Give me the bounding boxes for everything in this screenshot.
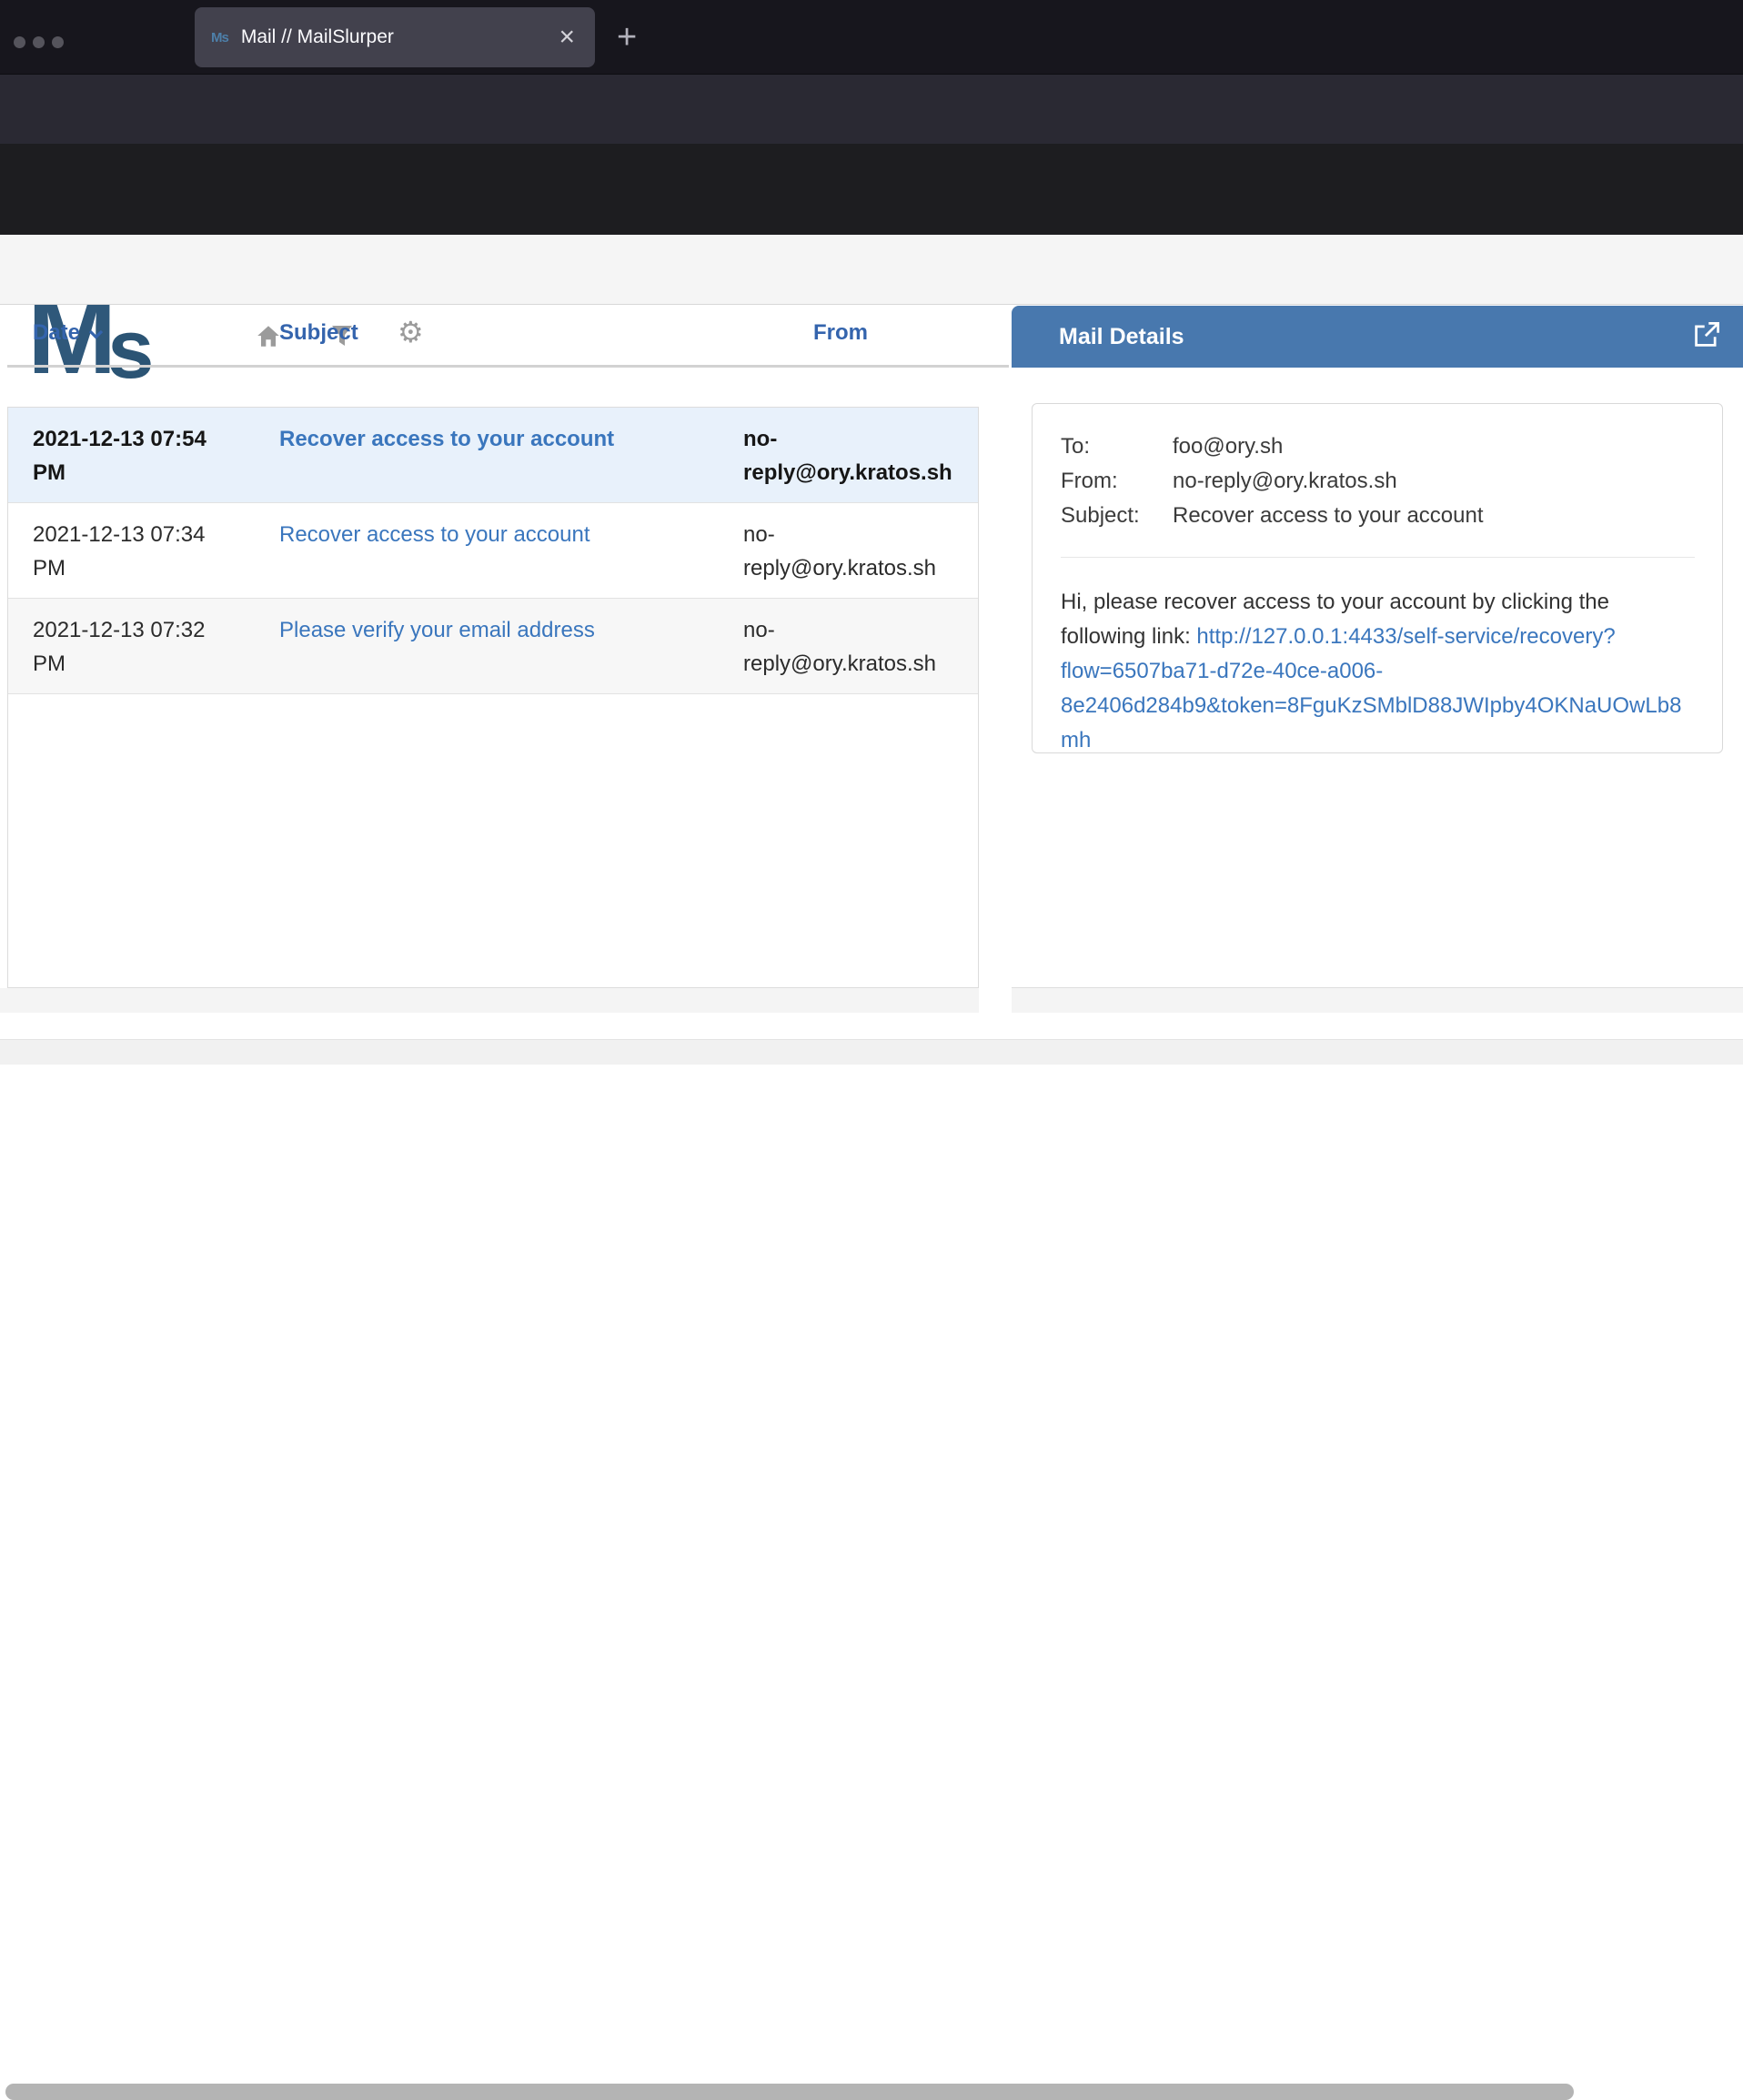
mail-from-cell: no-reply@ory.kratos.sh: [743, 613, 978, 681]
to-label: To:: [1061, 429, 1173, 464]
from-label: From:: [1061, 464, 1173, 499]
from-header-label: From: [813, 320, 868, 346]
subject-label: Subject:: [1061, 499, 1173, 533]
mail-body: Hi, please recover access to your accoun…: [1061, 585, 1698, 758]
from-value: no-reply@ory.kratos.sh: [1173, 464, 1397, 499]
mail-from-row: From: no-reply@ory.kratos.sh: [1061, 464, 1695, 499]
sort-chevron-down-icon: [88, 320, 104, 346]
mail-from-cell: no-reply@ory.kratos.sh: [743, 518, 978, 585]
mail-list: 2021-12-13 07:54 PMRecover access to you…: [7, 407, 979, 988]
home-icon[interactable]: [255, 322, 282, 349]
subject-header-label: Subject: [279, 320, 358, 346]
column-header-subject[interactable]: Subject: [279, 320, 358, 346]
browser-tab-bar: Ms Mail // MailSlurper × +: [0, 0, 1743, 74]
date-header-label: Date: [33, 320, 80, 346]
table-row[interactable]: 2021-12-13 07:54 PMRecover access to you…: [8, 408, 978, 503]
mail-subject-link[interactable]: Recover access to your account: [236, 518, 743, 585]
mail-details-title: Mail Details: [1059, 324, 1692, 350]
subject-value: Recover access to your account: [1173, 499, 1484, 533]
window-dot[interactable]: [52, 36, 64, 48]
bottom-white-strip: [0, 1013, 1743, 1040]
bottom-gray-strip: [0, 988, 1743, 1013]
horizontal-scrollbar-thumb[interactable]: [5, 2084, 1574, 2100]
mail-date-cell: 2021-12-13 07:54 PM: [8, 422, 236, 490]
settings-gear-icon[interactable]: ⚙: [398, 318, 425, 346]
logo-letter-s: s: [107, 320, 154, 379]
table-header-divider: [7, 365, 1009, 368]
window-dot[interactable]: [14, 36, 25, 48]
window-dot[interactable]: [33, 36, 45, 48]
actions-toolbar: Refresh Search i: [0, 235, 1743, 305]
new-tab-button[interactable]: +: [617, 20, 637, 55]
table-row[interactable]: 2021-12-13 07:34 PMRecover access to you…: [8, 503, 978, 599]
mail-subject-row: Subject: Recover access to your account: [1061, 499, 1695, 533]
panel-gap: [979, 988, 1012, 1013]
horizontal-scrollbar-track[interactable]: [0, 1040, 1743, 1065]
mail-subject-link[interactable]: Please verify your email address: [236, 613, 743, 681]
mailslurper-navbar: M s ⚙: [0, 144, 1743, 235]
external-link-icon[interactable]: [1692, 320, 1721, 354]
mail-date-cell: 2021-12-13 07:34 PM: [8, 518, 236, 585]
details-divider: [1061, 557, 1695, 558]
mail-date-cell: 2021-12-13 07:32 PM: [8, 613, 236, 681]
column-header-from[interactable]: From: [813, 320, 868, 346]
browser-tab[interactable]: Ms Mail // MailSlurper ×: [195, 7, 595, 67]
mailslurper-favicon: Ms: [211, 30, 228, 45]
mail-details-card: To: foo@ory.sh From: no-reply@ory.kratos…: [1032, 403, 1723, 753]
column-header-date[interactable]: Date: [33, 320, 104, 346]
mail-details-header: Mail Details: [1012, 306, 1743, 368]
tab-close-icon[interactable]: ×: [555, 24, 579, 51]
to-value: foo@ory.sh: [1173, 429, 1283, 464]
mail-subject-link[interactable]: Recover access to your account: [236, 422, 743, 490]
tab-title: Mail // MailSlurper: [241, 26, 556, 48]
mail-to-row: To: foo@ory.sh: [1061, 429, 1695, 464]
table-row[interactable]: 2021-12-13 07:32 PMPlease verify your em…: [8, 599, 978, 694]
browser-url-toolbar: ← → ⟳ 127.0.0.1:4436/# 90% ☆ »: [0, 74, 1743, 144]
mail-from-cell: no-reply@ory.kratos.sh: [743, 422, 978, 490]
window-controls[interactable]: [14, 36, 64, 48]
